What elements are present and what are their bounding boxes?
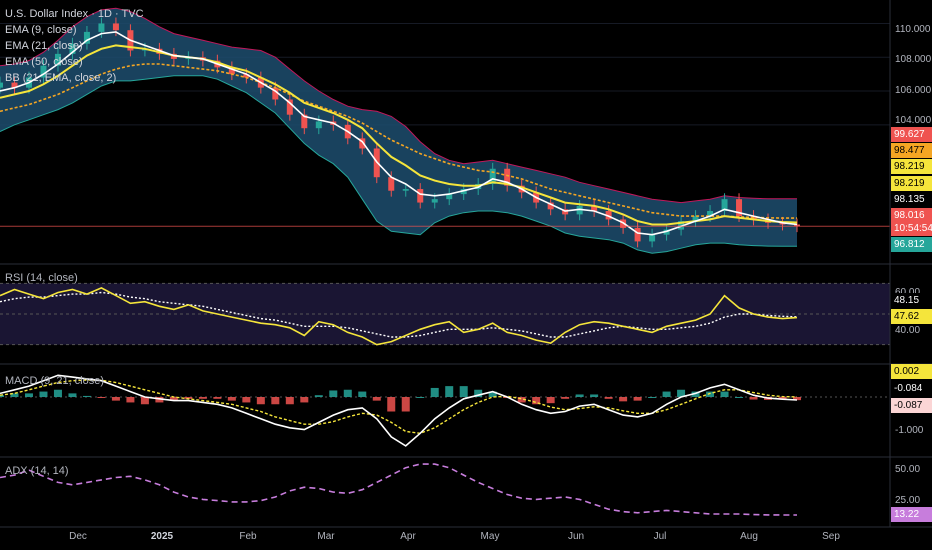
legend-ema9[interactable]: EMA (9, close) — [5, 22, 144, 38]
macd-histogram-bar — [242, 397, 251, 403]
macd-histogram-bar — [300, 397, 309, 403]
time-label-aug: Aug — [740, 531, 758, 542]
macd-tick-neg1: -1.000 — [895, 425, 924, 436]
time-label-may: May — [480, 531, 500, 542]
candle-body — [402, 189, 409, 191]
macd-pane — [0, 374, 890, 447]
macd-histogram-bar — [213, 397, 222, 399]
rsi-tick-40: 40.00 — [895, 325, 921, 336]
legend-ema21[interactable]: EMA (21, close) — [5, 38, 144, 54]
price-tick-108: 108.000 — [895, 54, 932, 65]
candle-body — [0, 82, 3, 88]
rsi-signal-badge: 48.15 — [891, 293, 932, 308]
macd-histogram-bar — [401, 397, 410, 412]
macd-histogram-bar — [445, 386, 454, 397]
time-label-jun: Jun — [567, 531, 585, 542]
adx-value-badge: 13.22 — [891, 507, 932, 522]
bb-lower-badge: 96.812 — [891, 237, 932, 252]
ema21-badge: 98.219 — [891, 159, 932, 174]
macd-histogram-bar — [430, 387, 439, 397]
candle-body — [388, 177, 395, 191]
macd-histogram-bar — [590, 394, 599, 397]
macd-histogram-bar — [39, 391, 48, 397]
macd-histogram-bar — [126, 397, 135, 403]
macd-histogram-bar — [53, 389, 62, 397]
macd-histogram-bar — [227, 397, 236, 401]
macd-histogram-bar — [735, 397, 744, 398]
time-label-feb: Feb — [239, 531, 257, 542]
macd-histogram-bar — [198, 397, 207, 399]
rsi-label[interactable]: RSI (14, close) — [5, 272, 78, 284]
price-tick-106: 106.000 — [895, 85, 932, 96]
chart-root: U.S. Dollar Index · 1D · TVC EMA (9, clo… — [0, 0, 932, 550]
macd-histogram-bar — [24, 393, 33, 397]
macd-histogram-bar — [387, 397, 396, 412]
legend-bb[interactable]: BB (21, EMA, close, 2) — [5, 70, 144, 86]
adx-label[interactable]: ADX (14, 14) — [5, 465, 69, 477]
ema9-badge: 98.135 — [891, 192, 932, 207]
time-label-apr: Apr — [400, 531, 416, 542]
legend-ema50[interactable]: EMA (50, close) — [5, 54, 144, 70]
macd-histogram-bar — [619, 397, 628, 402]
macd-histogram-bar — [662, 391, 671, 397]
adx-pane — [0, 463, 797, 516]
macd-histogram-bar — [256, 397, 265, 405]
macd-histogram-bar — [648, 397, 657, 398]
countdown-badge: 10:54:54 — [891, 221, 932, 236]
macd-histogram-bar — [271, 397, 280, 405]
time-label-jul: Jul — [653, 531, 667, 542]
bb-basis-badge: 98.219 — [891, 176, 932, 191]
time-label-mar: Mar — [317, 531, 335, 542]
macd-histogram-bar — [111, 397, 120, 401]
macd-histogram-bar — [314, 395, 323, 397]
time-label-dec: Dec — [69, 531, 87, 542]
candle-body — [634, 227, 641, 242]
macd-histogram-bar — [97, 397, 106, 398]
indicator-legend: U.S. Dollar Index · 1D · TVC EMA (9, clo… — [5, 6, 144, 86]
ema50-badge: 98.477 — [891, 143, 932, 158]
macd-histogram-bar — [416, 397, 425, 398]
macd-histogram-bar — [329, 390, 338, 397]
macd-histogram-bar — [82, 395, 91, 397]
macd-histogram-bar — [372, 397, 381, 401]
time-label-2025: 2025 — [150, 531, 174, 542]
symbol-title[interactable]: U.S. Dollar Index · 1D · TVC — [5, 6, 144, 22]
adx-line — [0, 463, 797, 516]
candle-body — [315, 121, 322, 129]
macd-histogram-bar — [358, 391, 367, 397]
macd-histogram-bar — [575, 394, 584, 397]
macd-histogram-bar — [749, 397, 758, 400]
macd-label[interactable]: MACD (9, 21, close) — [5, 375, 104, 387]
macd-histogram-bar — [459, 386, 468, 397]
macd-histogram-bar — [633, 397, 642, 401]
macd-histogram-bar — [561, 397, 570, 399]
macd-histogram-bar — [604, 397, 613, 399]
macd-histogram-bar — [285, 397, 294, 405]
candle-body — [649, 234, 656, 242]
macd-hist-badge: -0.087 — [891, 398, 932, 413]
macd-histogram-bar — [68, 393, 77, 397]
price-tick-110: 110.000 — [895, 24, 931, 35]
macd-histogram-bar — [343, 389, 352, 397]
price-tick-104: 104.000 — [895, 115, 932, 126]
bb-upper-badge: 99.627 — [891, 127, 932, 142]
time-label-sep: Sep — [822, 531, 840, 542]
macd-line — [0, 374, 798, 447]
rsi-pane — [0, 282, 890, 346]
candle-body — [431, 199, 438, 203]
candle-body — [417, 189, 424, 203]
macd-line-badge: -0.084 — [891, 381, 932, 396]
adx-tick-50: 50.00 — [895, 464, 921, 475]
adx-tick-25: 25.00 — [895, 495, 921, 506]
rsi-value-badge: 47.62 — [891, 309, 932, 324]
macd-histogram-bar — [720, 391, 729, 397]
macd-signal-badge: 0.002 — [891, 364, 932, 379]
macd-histogram-bar — [546, 397, 555, 404]
